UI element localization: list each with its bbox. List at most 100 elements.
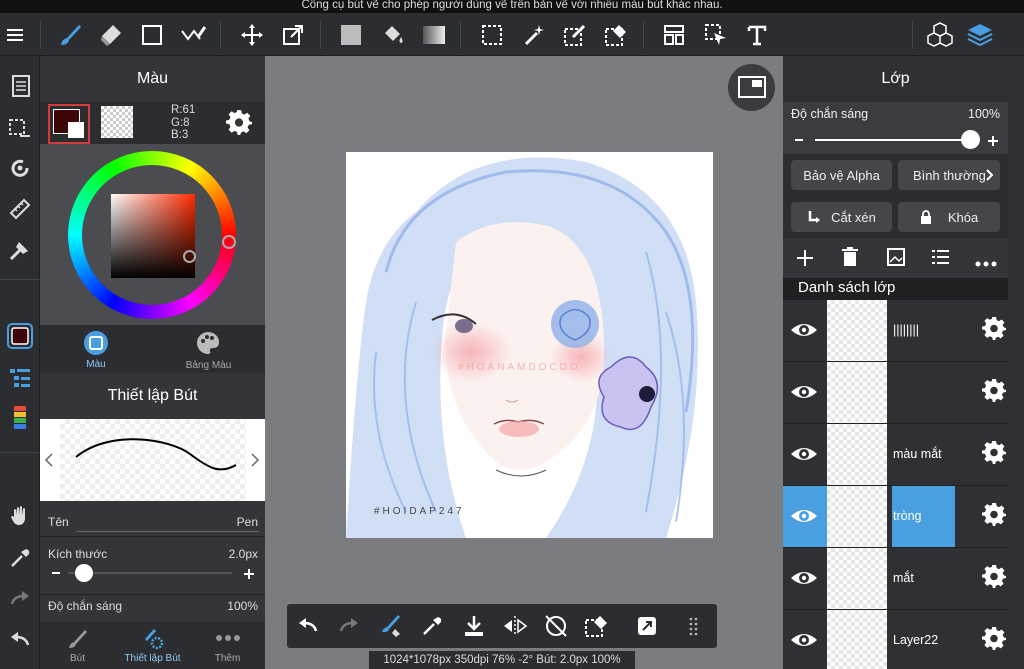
rotate-icon[interactable]	[4, 152, 36, 184]
size-plus-icon[interactable]	[243, 567, 255, 585]
layer-panel-title: Lớp	[881, 70, 910, 87]
lock-button[interactable]: Khóa	[898, 202, 1000, 232]
brush-settings-icon	[145, 629, 164, 650]
brush-list-icon[interactable]	[4, 362, 36, 394]
brush-opacity-value: 100%	[227, 599, 258, 613]
eyedropper-icon[interactable]	[4, 542, 36, 574]
palette-icon	[197, 332, 219, 354]
layer-row[interactable]: tròng	[783, 486, 1024, 548]
select-pen-icon[interactable]	[559, 19, 591, 51]
visibility-eye-icon[interactable]	[789, 380, 819, 404]
flip-icon[interactable]	[499, 610, 531, 642]
layer-opacity-label: Độ chắn sáng	[791, 107, 869, 121]
canvas-view-toggle[interactable]	[728, 64, 775, 111]
color-swatch-icon[interactable]	[4, 320, 36, 352]
select-eraser-icon[interactable]	[600, 19, 632, 51]
prev-brush-icon[interactable]	[44, 453, 54, 472]
layer-row[interactable]	[783, 362, 1024, 424]
brush-size-slider[interactable]	[68, 564, 232, 582]
fill-color-icon[interactable]	[335, 19, 367, 51]
layer-settings-gear-icon[interactable]	[982, 316, 1010, 344]
clipping-button[interactable]: Cắt xén	[791, 202, 892, 232]
visibility-eye-icon[interactable]	[789, 504, 819, 528]
tab-brush-settings[interactable]: Thiết lập Bút	[115, 622, 190, 669]
tab-color[interactable]: Màu	[40, 325, 152, 373]
materials-icon[interactable]	[924, 19, 956, 51]
artwork-canvas[interactable]: #HOANAMDOCDO #HOIDAP247	[346, 152, 713, 538]
move-tool-icon[interactable]	[236, 19, 268, 51]
layer-row[interactable]: màu mắt	[783, 424, 1024, 486]
layer-thumbnail	[827, 362, 887, 423]
tab-palette[interactable]: Bảng Màu	[152, 325, 265, 373]
color-settings-gear-icon[interactable]	[226, 109, 252, 140]
eyedropper-button-icon[interactable]	[416, 610, 448, 642]
tab-more[interactable]: Thêm	[190, 622, 265, 669]
layer-row[interactable]: Layer22	[783, 610, 1024, 669]
layer-row[interactable]: mắt	[783, 548, 1024, 610]
undo-icon[interactable]	[4, 624, 36, 656]
layer-row[interactable]: ||||||||	[783, 300, 1024, 362]
add-layer-icon[interactable]	[795, 248, 815, 273]
import-icon[interactable]	[458, 610, 490, 642]
pages-icon[interactable]	[4, 70, 36, 102]
hue-handle[interactable]	[222, 235, 236, 249]
layer-opacity-slider[interactable]	[815, 130, 980, 149]
rotate-reset-icon[interactable]	[540, 610, 572, 642]
layer-settings-gear-icon[interactable]	[982, 502, 1010, 530]
visibility-eye-icon[interactable]	[789, 566, 819, 590]
selection-list-icon[interactable]	[4, 112, 36, 144]
blend-mode-button[interactable]: Bình thường	[898, 160, 1000, 190]
visibility-eye-icon[interactable]	[789, 442, 819, 466]
pointer-select-icon[interactable]	[700, 19, 732, 51]
menu-icon[interactable]	[0, 19, 32, 51]
brush-tool-icon[interactable]	[54, 19, 86, 51]
select-tool-icon[interactable]	[476, 19, 508, 51]
layers-icon[interactable]	[964, 19, 996, 51]
delete-layer-icon[interactable]	[842, 247, 858, 272]
layer-settings-gear-icon[interactable]	[982, 378, 1010, 406]
visibility-eye-icon[interactable]	[789, 628, 819, 652]
layer-settings-gear-icon[interactable]	[982, 564, 1010, 592]
color-tabs: Màu Bảng Màu	[40, 325, 265, 373]
undo-button-icon[interactable]	[292, 610, 324, 642]
stroke-tool-icon[interactable]	[177, 19, 209, 51]
saturation-value-square[interactable]	[111, 194, 195, 278]
secondary-color-swatch[interactable]	[101, 106, 133, 138]
brush-name-value[interactable]: Pen	[220, 515, 258, 529]
text-tool-icon[interactable]	[741, 19, 773, 51]
redo-button-icon[interactable]	[333, 610, 365, 642]
sv-handle[interactable]	[183, 250, 196, 263]
palette-strip-icon[interactable]	[4, 402, 36, 434]
brush-eraser-toggle-icon[interactable]	[375, 610, 407, 642]
layer-settings-gear-icon[interactable]	[982, 626, 1010, 654]
tab-brush[interactable]: Bút	[40, 622, 115, 669]
filter-icon[interactable]	[4, 234, 36, 266]
hand-tool-icon[interactable]	[4, 500, 36, 532]
layer-settings-gear-icon[interactable]	[982, 440, 1010, 468]
layer-name: ||||||||	[893, 323, 919, 337]
layer-opacity-minus-icon[interactable]	[795, 139, 803, 141]
transform-tool-icon[interactable]	[277, 19, 309, 51]
eraser-tool-icon[interactable]	[95, 19, 127, 51]
canvas-area[interactable]: #HOANAMDOCDO #HOIDAP247	[265, 56, 783, 669]
share-icon[interactable]	[631, 610, 663, 642]
next-brush-icon[interactable]	[250, 453, 260, 472]
ruler-icon[interactable]	[4, 193, 36, 225]
shape-tool-icon[interactable]	[136, 19, 168, 51]
layout-icon[interactable]	[658, 19, 690, 51]
bucket-tool-icon[interactable]	[377, 19, 409, 51]
alpha-protect-button[interactable]: Bảo vệ Alpha	[791, 160, 892, 190]
primary-color-swatch[interactable]	[48, 104, 90, 144]
layer-opacity-plus-icon[interactable]	[987, 134, 999, 152]
redo-icon[interactable]	[4, 583, 36, 615]
clear-select-icon[interactable]	[581, 610, 613, 642]
layer-more-icon[interactable]	[975, 254, 997, 272]
visibility-eye-icon[interactable]	[789, 318, 819, 342]
layer-image-icon[interactable]	[886, 247, 906, 272]
grid-handle-icon[interactable]	[679, 610, 711, 642]
layer-list-icon[interactable]	[932, 248, 950, 271]
size-minus-icon[interactable]	[52, 572, 60, 574]
layer-name: Layer22	[893, 633, 939, 647]
gradient-tool-icon[interactable]	[418, 19, 450, 51]
magic-wand-icon[interactable]	[518, 19, 550, 51]
